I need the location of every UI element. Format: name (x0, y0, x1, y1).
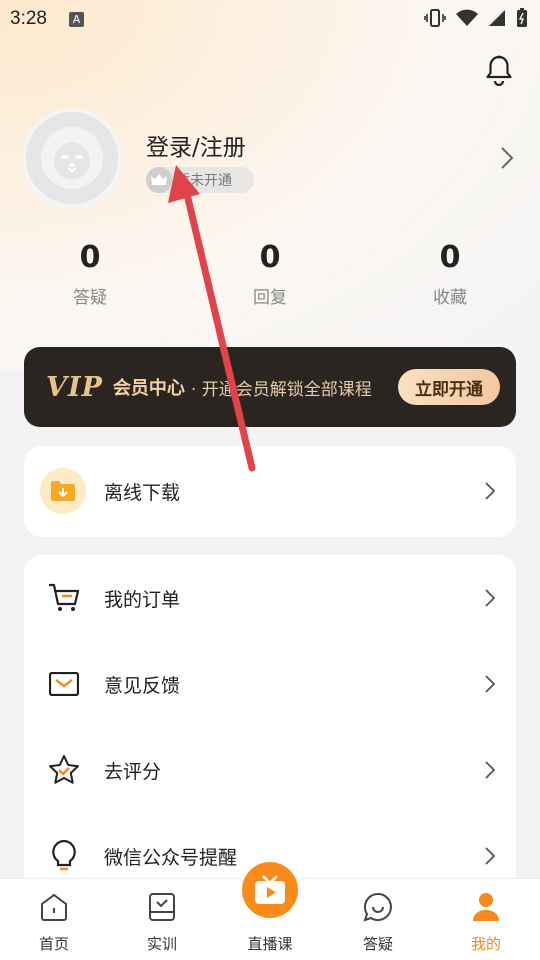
vip-status-badge: 暂未开通 (146, 167, 254, 193)
menu-item-my-orders[interactable]: 我的订单 (24, 555, 516, 641)
vip-center-title: 会员中心 (112, 378, 185, 399)
notification-a-icon: A (68, 11, 84, 27)
stat-questions-label: 答疑 (73, 288, 107, 308)
envelope-icon (46, 666, 82, 702)
login-register-link[interactable]: 登录/注册 (146, 128, 246, 162)
offline-download-card: 离线下载 (24, 446, 516, 537)
menu-item-feedback[interactable]: 意见反馈 (24, 641, 516, 727)
wifi-icon (456, 9, 478, 26)
chevron-right-icon (485, 589, 496, 607)
stat-favorites-label: 收藏 (433, 288, 467, 308)
star-icon (46, 752, 82, 788)
menu-item-offline-download[interactable]: 离线下载 (24, 448, 516, 534)
menu-item-rate[interactable]: 去评分 (24, 727, 516, 813)
stat-favorites[interactable]: 0 收藏 (400, 240, 500, 308)
vip-center-banner[interactable]: VIP 会员中心 · 开通会员解锁全部课程 立即开通 (24, 347, 516, 427)
lion-avatar-icon (41, 127, 103, 189)
vip-status-text: 暂未开通 (176, 173, 232, 189)
menu-item-label: 去评分 (104, 760, 162, 783)
crown-icon (146, 167, 172, 193)
tab-label: 实训 (146, 935, 177, 953)
stat-favorites-count: 0 (439, 240, 461, 275)
tab-label: 首页 (38, 935, 69, 953)
chevron-right-icon (485, 847, 496, 865)
bell-icon[interactable] (484, 54, 514, 86)
menu-item-label: 我的订单 (104, 588, 181, 611)
tab-label: 直播课 (247, 935, 293, 953)
tab-qa[interactable]: 答疑 (333, 879, 423, 960)
stat-questions[interactable]: 0 答疑 (40, 240, 140, 308)
menu-item-label: 意见反馈 (104, 674, 181, 697)
training-icon (149, 893, 175, 921)
chevron-right-icon (485, 761, 496, 779)
home-icon (41, 893, 67, 921)
open-vip-button[interactable]: 立即开通 (398, 369, 500, 405)
vibrate-icon (424, 9, 446, 27)
menu-list-card: 我的订单 意见反馈 去评分 微信公众号提醒 (24, 555, 516, 895)
tab-mine[interactable]: 我的 (441, 879, 531, 960)
signal-icon (489, 10, 505, 26)
stat-replies[interactable]: 0 回复 (220, 240, 320, 308)
vip-center-subtitle: · 开通会员解锁全部课程 (190, 379, 372, 400)
tab-training[interactable]: 实训 (117, 879, 207, 960)
status-time: 3:28 (10, 8, 47, 29)
vip-logo: VIP (46, 371, 103, 403)
tab-label: 我的 (470, 935, 501, 953)
lightbulb-icon (46, 838, 82, 874)
menu-item-label: 微信公众号提醒 (104, 846, 238, 869)
stat-replies-count: 0 (259, 240, 281, 275)
battery-icon (517, 8, 527, 27)
tab-label: 答疑 (362, 935, 393, 953)
chat-icon (363, 892, 392, 922)
status-bar: 3:28 A (0, 0, 540, 38)
download-folder-icon (40, 468, 86, 514)
user-icon (473, 893, 499, 921)
live-tv-icon[interactable] (242, 862, 298, 918)
stat-replies-label: 回复 (253, 288, 287, 308)
avatar[interactable] (22, 108, 122, 208)
chevron-right-icon (485, 482, 496, 500)
tab-home[interactable]: 首页 (9, 879, 99, 960)
chevron-right-icon (485, 675, 496, 693)
stat-questions-count: 0 (79, 240, 101, 275)
cart-icon (46, 580, 82, 616)
chevron-right-icon[interactable] (500, 146, 514, 170)
status-icons (424, 8, 528, 28)
menu-item-label: 离线下载 (104, 481, 181, 504)
